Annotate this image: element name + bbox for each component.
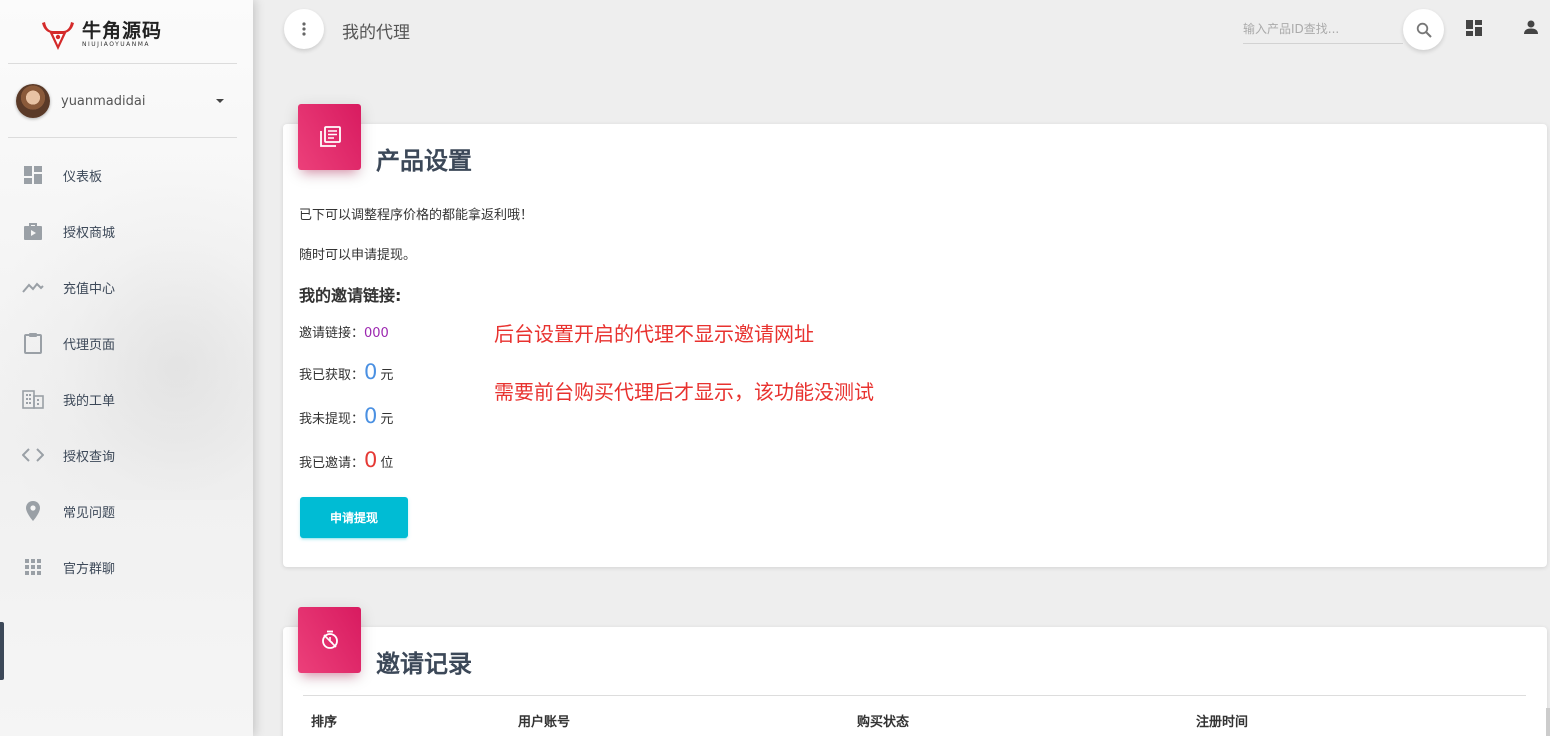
unwithdrawn-label: 我未提现：	[299, 412, 365, 427]
sidebar: 牛角源码 NIUJIAOYUANMA yuanmadidai 仪表板 授权商城 …	[0, 0, 253, 736]
dashboard-shortcut-button[interactable]	[1465, 19, 1485, 39]
caret-down-icon[interactable]	[216, 99, 224, 103]
more-vertical-icon	[302, 22, 306, 36]
dashboard-icon	[1466, 20, 1482, 36]
brand-logo[interactable]: 牛角源码 NIUJIAOYUANMA	[40, 18, 162, 52]
invite-heading: 我的邀请链接:	[299, 286, 402, 305]
earned-value: 0	[364, 360, 378, 384]
timer-off-icon	[321, 630, 338, 649]
table-header-purchase-status[interactable]: 购买状态	[857, 711, 909, 730]
table-header-rank[interactable]: 排序	[311, 711, 337, 730]
sidebar-item-tickets[interactable]: 我的工单	[0, 371, 253, 427]
logo-subtitle: NIUJIAOYUANMA	[82, 41, 151, 48]
product-settings-card	[283, 124, 1547, 567]
table-header-register-time[interactable]: 注册时间	[1196, 711, 1248, 730]
profile-button[interactable]	[1523, 19, 1543, 39]
store-bag-icon	[22, 220, 44, 242]
username: yuanmadidai	[61, 93, 146, 109]
invite-link-value[interactable]: 000	[364, 326, 389, 341]
unwithdrawn-value: 0	[364, 404, 378, 428]
sidebar-item-recharge[interactable]: 充值中心	[0, 259, 253, 315]
sidebar-item-faq[interactable]: 常见问题	[0, 483, 253, 539]
sidebar-item-dashboard[interactable]: 仪表板	[0, 147, 253, 203]
table-header-account[interactable]: 用户账号	[518, 711, 570, 730]
location-pin-icon	[22, 500, 44, 522]
invite-link-label: 邀请链接：	[299, 326, 365, 341]
info-text: 随时可以申请提现。	[299, 248, 417, 263]
page-title: 我的代理	[342, 23, 410, 43]
sidebar-item-query[interactable]: 授权查询	[0, 427, 253, 483]
sidebar-item-label: 官方群聊	[63, 561, 116, 577]
avatar	[16, 84, 50, 118]
invited-value: 0	[364, 448, 378, 472]
sidebar-item-label: 仪表板	[63, 169, 103, 185]
clipboard-icon	[22, 332, 44, 354]
invited-unit: 位	[380, 456, 394, 471]
invite-link-row: 邀请链接： 000	[299, 322, 389, 341]
sidebar-item-label: 我的工单	[63, 393, 116, 409]
page-scrollbar[interactable]	[1546, 708, 1550, 736]
card-title: 产品设置	[376, 147, 472, 175]
menu-toggle-button[interactable]	[284, 9, 324, 49]
building-icon	[22, 388, 44, 410]
person-icon	[1524, 20, 1538, 34]
invite-records-card	[283, 627, 1547, 736]
search-icon	[1416, 22, 1432, 38]
sidebar-item-label: 授权商城	[63, 225, 116, 241]
info-text: 已下可以调整程序价格的都能拿返利哦！	[299, 208, 534, 223]
sidebar-item-label: 代理页面	[63, 337, 116, 353]
invited-label: 我已邀请：	[299, 456, 365, 471]
unwithdrawn-unit: 元	[380, 412, 394, 427]
search-button[interactable]	[1403, 9, 1444, 50]
earned-unit: 元	[380, 368, 394, 383]
code-brackets-icon	[22, 444, 44, 466]
sidebar-item-label: 授权查询	[63, 449, 116, 465]
unwithdrawn-row: 我未提现： 0 元	[299, 404, 394, 428]
sidebar-nav: 仪表板 授权商城 充值中心 代理页面 我的工单 授权查询 常见问题 官方群聊	[0, 147, 253, 595]
sidebar-item-label: 充值中心	[63, 281, 116, 297]
bull-horn-logo-icon	[42, 22, 74, 50]
sidebar-item-label: 常见问题	[63, 505, 116, 521]
earned-label: 我已获取：	[299, 368, 365, 383]
annotation-note: 后台设置开启的代理不显示邀请网址	[494, 322, 814, 346]
earned-row: 我已获取： 0 元	[299, 360, 394, 384]
card-title: 邀请记录	[376, 650, 472, 678]
library-books-icon	[319, 126, 341, 147]
logo-title: 牛角源码	[82, 20, 163, 42]
sidebar-scrollbar[interactable]	[0, 622, 4, 680]
sidebar-divider	[8, 63, 237, 64]
card-header-icon	[298, 104, 361, 170]
table-divider	[303, 695, 1526, 696]
sidebar-item-group-chat[interactable]: 官方群聊	[0, 539, 253, 595]
withdraw-button[interactable]: 申请提现	[300, 497, 408, 538]
dashboard-icon	[22, 164, 44, 186]
user-menu[interactable]: yuanmadidai	[16, 83, 231, 119]
annotation-note: 需要前台购买代理后才显示，该功能没测试	[494, 380, 874, 404]
apps-grid-icon	[22, 556, 44, 578]
sidebar-item-agent[interactable]: 代理页面	[0, 315, 253, 371]
sidebar-item-store[interactable]: 授权商城	[0, 203, 253, 259]
invited-row: 我已邀请： 0 位	[299, 448, 394, 472]
top-bar: 我的代理	[253, 0, 1550, 60]
card-header-icon	[298, 607, 361, 673]
search-input[interactable]	[1243, 14, 1403, 44]
sidebar-divider	[8, 137, 237, 138]
trending-line-icon	[22, 276, 44, 298]
